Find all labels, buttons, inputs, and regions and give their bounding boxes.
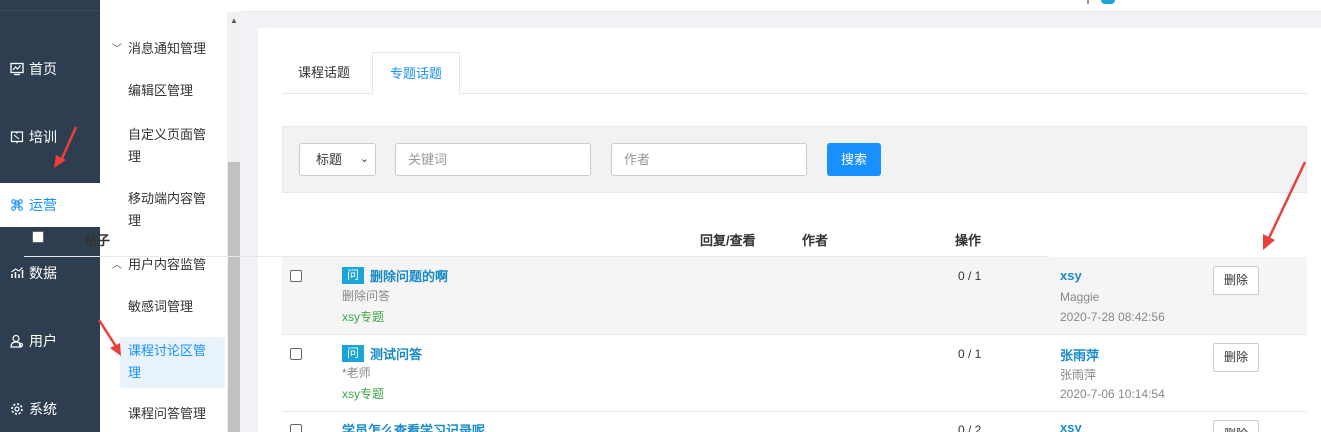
header-action: 操作 [955,233,982,248]
chart-icon [9,62,24,77]
reply-view-count: 0 / 1 [958,347,982,361]
scrollbar-thumb[interactable] [228,162,240,432]
nav-item-users[interactable]: 用户 [0,319,100,363]
nav-label: 运营 [29,197,57,213]
table-header: 帖子 回复/查看 作者 操作 [24,220,1049,257]
nav-item-data[interactable]: 数据 [0,251,100,295]
annotation-arrow [1263,161,1307,250]
author-name: Maggie [1060,290,1100,304]
author-link[interactable]: 张雨萍 [1060,345,1099,364]
submenu-item-sensitive-words[interactable]: 敏感词管理 [120,296,225,318]
row-checkbox[interactable] [290,348,302,360]
command-icon [9,198,24,213]
nav-item-home[interactable]: 首页 [0,47,100,91]
search-button[interactable]: 搜索 [827,143,881,176]
delete-button[interactable]: 删除 [1213,420,1259,432]
reply-view-count: 0 / 2 [958,423,982,432]
nav-label: 首页 [29,61,57,77]
post-title-line: 问测试问答 [342,344,422,363]
tab-special-topics[interactable]: 专题话题 [372,52,460,94]
post-subtitle: 删除问答 [342,289,391,303]
post-subtitle: *老师 [342,366,371,380]
submenu-item-course-qa[interactable]: 课程问答管理 [120,403,225,425]
post-topic-link[interactable]: xsy专题 [342,308,384,325]
annotation-arrow [54,126,78,168]
row-checkbox[interactable] [290,270,302,282]
book-icon [9,130,24,145]
post-title-link[interactable]: 学员怎么查看学习记录呢 [342,420,485,432]
author-link[interactable]: xsy [1060,268,1082,283]
tab-course-topics[interactable]: 课程话题 [282,52,366,94]
chevron-up-icon: ︿ [112,260,122,271]
header-author: 作者 [802,233,829,248]
submenu-item-custom-page[interactable]: 自定义页面管 理 [120,124,225,168]
user-icon [9,334,24,349]
post-title-link[interactable]: 删除问题的啊 [370,269,448,284]
filter-bar: 标题 ⌄ 关键词 作者 搜索 [282,126,1307,193]
table-row: 问删除问题的啊 删除问答 xsy专题 0 / 1 xsy Maggie 2020… [282,257,1307,335]
bar-chart-icon [9,266,24,281]
nav-label: 用户 [29,333,57,349]
post-time: 2020-7-06 10:14:54 [1060,387,1165,401]
nav-divider [0,10,100,11]
table-row: 学员怎么查看学习记录呢 0 / 2 xsy 删除 [282,412,1307,432]
nav-label: 系统 [29,401,57,417]
delete-button[interactable]: 删除 [1213,266,1259,295]
author-input[interactable]: 作者 [611,143,807,176]
question-badge: 问 [342,345,364,362]
tab-bar: 课程话题 专题话题 [282,52,1307,94]
table-row: 问测试问答 *老师 xsy专题 0 / 1 张雨萍 张雨萍 2020-7-06 … [282,335,1307,412]
keyword-input[interactable]: 关键词 [395,143,591,176]
avatar[interactable] [1101,0,1115,4]
author-name: 张雨萍 [1060,368,1097,382]
header-divider [1087,0,1089,4]
delete-button[interactable]: 删除 [1213,343,1259,372]
submenu-item-editor-area[interactable]: 编辑区管理 [120,80,225,102]
submenu-item-course-discussion[interactable]: 课程讨论区管 理 [120,337,225,388]
main-nav: 首页 培训 运营 数据 用户 系统 [0,0,100,432]
gear-icon [9,402,24,417]
submenu-group-label: 消息通知管理 [128,41,207,56]
nav-item-system[interactable]: 系统 [0,387,100,431]
scroll-up-icon[interactable]: ▲ [230,16,238,25]
post-title-link[interactable]: 测试问答 [370,347,422,362]
search-field-select[interactable]: 标题 ⌄ [299,143,376,176]
select-all-checkbox[interactable] [32,231,44,243]
sub-menu: ﹀ 消息通知管理 编辑区管理 自定义页面管 理 移动端内容管 理 ︿ 用户内容监… [100,0,241,432]
submenu-group-notifications[interactable]: ﹀ 消息通知管理 [112,38,206,57]
header-reply-view: 回复/查看 [700,233,756,248]
post-topic-link[interactable]: xsy专题 [342,385,384,402]
reply-view-count: 0 / 1 [958,269,982,283]
question-badge: 问 [342,267,364,284]
nav-label: 数据 [29,265,57,281]
row-checkbox[interactable] [290,424,302,432]
author-link[interactable]: xsy [1060,420,1082,432]
annotation-arrow [97,319,121,356]
top-header [241,0,1321,12]
chevron-down-icon: ⌄ [359,153,369,165]
post-title-line: 问删除问题的啊 [342,266,448,285]
post-time: 2020-7-28 08:42:56 [1060,310,1165,324]
chevron-down-icon: ﹀ [112,44,122,55]
header-post: 帖子 [84,233,111,248]
